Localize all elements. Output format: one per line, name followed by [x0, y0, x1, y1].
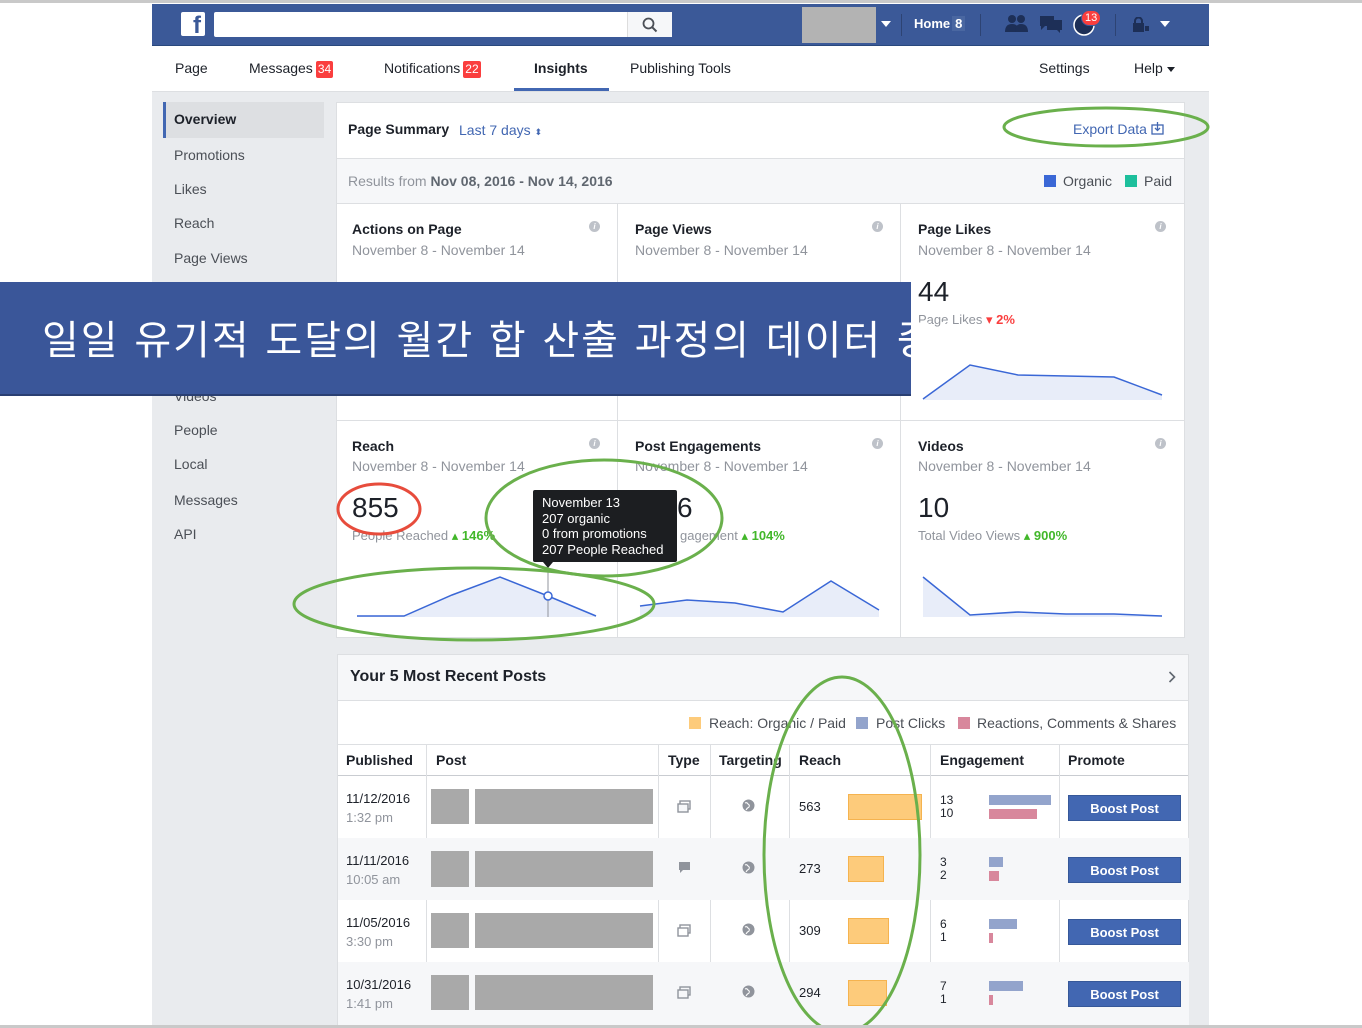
annotation-banner: 일일 유기적 도달의 월간 합 산출 과정의 데이터 중복 오류 [0, 282, 1065, 396]
annotation-banner-text: 일일 유기적 도달의 월간 합 산출 과정의 데이터 중복 오류 [42, 318, 1067, 364]
annotation-overlay [292, 106, 1210, 1028]
reach-column-highlight-ellipse [762, 675, 922, 1028]
reach-value-highlight-ellipse [336, 482, 422, 536]
reach-sparkline-highlight-ellipse [292, 566, 656, 642]
tooltip-highlight-ellipse [484, 458, 724, 578]
export-data-highlight-ellipse [1002, 106, 1210, 148]
